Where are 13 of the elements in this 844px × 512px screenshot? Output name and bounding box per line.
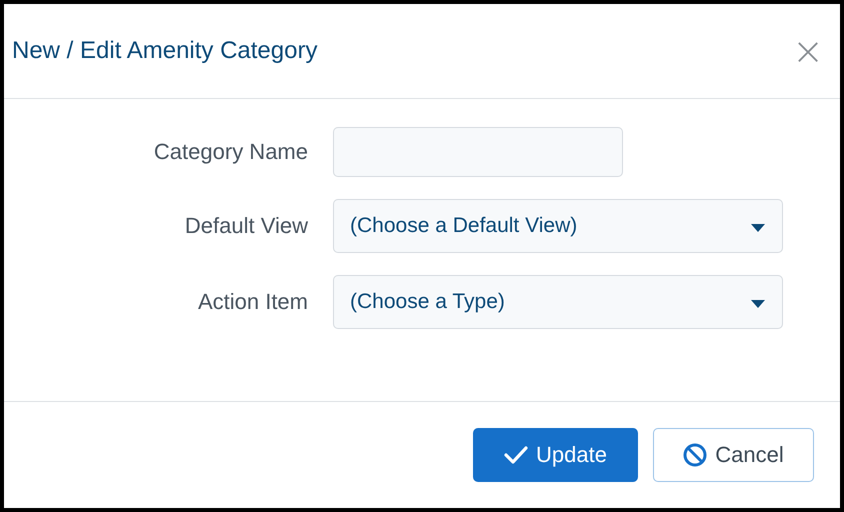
checkmark-icon [504,445,528,465]
field-label: Action Item [196,289,308,315]
caret-icon [750,298,766,308]
input-field[interactable] [333,127,623,177]
cancel-button[interactable]: Cancel [653,428,814,482]
field-label: Category Name [152,139,308,165]
update-button[interactable]: Update [473,428,638,482]
caret-icon [750,222,766,232]
prohibited-icon [683,443,708,467]
dropdown[interactable]: (Choose a Default View) [333,199,783,253]
field-label: Default View [184,213,308,239]
dropdown[interactable]: (Choose a Type) [333,275,783,329]
dialog-title: New / Edit Amenity Category [12,37,318,65]
